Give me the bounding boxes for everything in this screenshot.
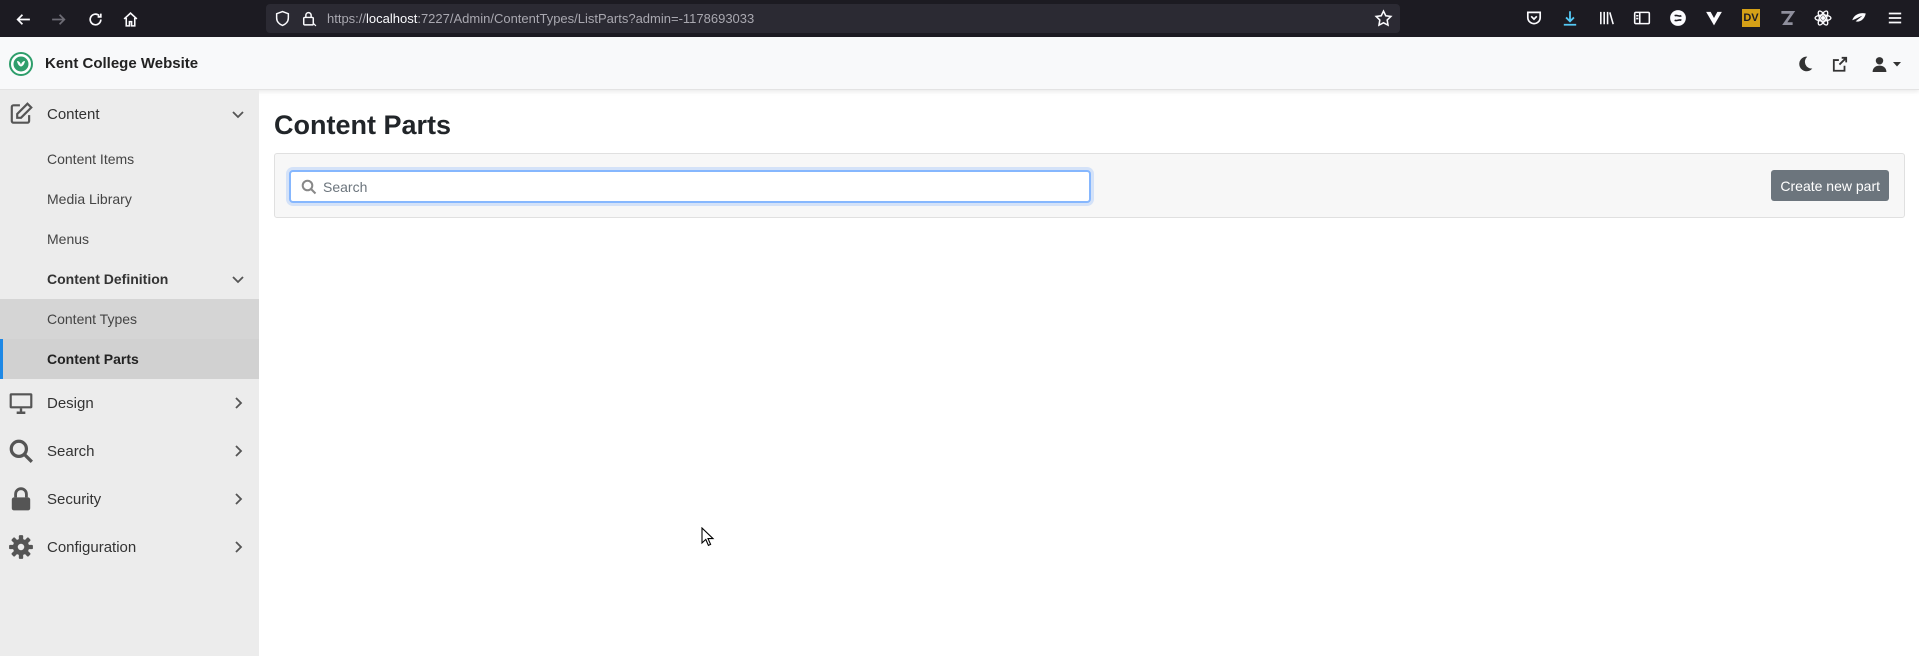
sidebar-item-label: Media Library <box>47 191 132 207</box>
user-icon <box>1872 56 1887 72</box>
user-menu[interactable] <box>1866 53 1906 75</box>
sidebar-item-menus[interactable]: Menus <box>0 219 259 259</box>
admin-sidebar: Content Content Items Media Library Menu… <box>0 90 259 656</box>
dv-extension-icon[interactable]: DV <box>1742 9 1760 27</box>
sidebar-item-label: Search <box>47 442 95 460</box>
mouse-cursor-icon <box>701 527 715 547</box>
sidebar-item-content-items[interactable]: Content Items <box>0 139 259 179</box>
sidebar-item-content-types[interactable]: Content Types <box>0 299 259 339</box>
library-icon[interactable] <box>1597 8 1617 28</box>
chevron-right-icon <box>235 445 243 457</box>
sidebar-item-label: Content Items <box>47 151 135 167</box>
url-prefix: https:// <box>327 11 367 26</box>
extension-globe-icon[interactable] <box>1668 8 1688 28</box>
lock-icon[interactable] <box>300 10 317 27</box>
sidebar-item-label: Configuration <box>47 538 137 556</box>
gear-icon <box>9 535 33 559</box>
url-text[interactable]: https://localhost:7227/Admin/ContentType… <box>327 11 754 26</box>
url-host: localhost <box>366 11 418 26</box>
sidebar-item-label: Content <box>47 105 100 123</box>
site-logo-icon[interactable] <box>9 52 33 76</box>
home-icon[interactable] <box>117 6 143 32</box>
chevron-right-icon <box>235 541 243 553</box>
menu-icon[interactable] <box>1885 8 1905 28</box>
lock-icon <box>11 487 31 511</box>
list-toolbar: Create new part <box>274 153 1905 218</box>
browser-toolbar: https://localhost:7227/Admin/ContentType… <box>0 0 1919 37</box>
sidebar-item-label: Content Types <box>47 311 138 327</box>
chevron-right-icon <box>235 493 243 505</box>
search-icon <box>9 439 33 463</box>
download-icon[interactable] <box>1560 8 1580 28</box>
sidebar-item-content-definition[interactable]: Content Definition <box>0 259 259 299</box>
chevron-right-icon <box>235 397 243 409</box>
pencil-square-icon <box>10 102 33 124</box>
caret-down-icon <box>1893 62 1901 67</box>
dark-mode-moon-icon[interactable] <box>1794 53 1816 75</box>
search-input[interactable] <box>323 176 1083 198</box>
shield-icon[interactable] <box>274 10 291 27</box>
monitor-icon <box>9 393 33 414</box>
sidebar-item-search[interactable]: Search <box>0 427 259 475</box>
react-devtools-icon[interactable] <box>1813 8 1833 28</box>
site-title[interactable]: Kent College Website <box>45 55 198 72</box>
sidebar-item-security[interactable]: Security <box>0 475 259 523</box>
sidebar-item-design[interactable]: Design <box>0 379 259 427</box>
sidebar-toggle-icon[interactable] <box>1632 8 1652 28</box>
vue-devtools-icon[interactable] <box>1704 8 1724 28</box>
sidebar-item-label: Menus <box>47 231 90 247</box>
pocket-icon[interactable] <box>1524 8 1544 28</box>
z-extension-icon[interactable] <box>1777 8 1797 28</box>
external-link-icon[interactable] <box>1829 53 1851 75</box>
site-header: Kent College Website <box>0 37 1919 90</box>
page-title: Content Parts <box>274 110 452 140</box>
url-path: :7227/Admin/ContentTypes/ListParts?admin… <box>417 11 755 26</box>
reload-icon[interactable] <box>82 6 108 32</box>
search-field[interactable] <box>289 170 1091 203</box>
back-icon[interactable] <box>10 6 36 32</box>
sidebar-item-configuration[interactable]: Configuration <box>0 523 259 571</box>
chevron-down-icon <box>232 111 244 119</box>
search-icon <box>301 179 317 195</box>
chevron-down-icon <box>232 276 244 284</box>
bookmark-star-icon[interactable] <box>1374 9 1393 28</box>
sidebar-item-label: Content Definition <box>47 271 169 287</box>
create-new-part-button[interactable]: Create new part <box>1771 170 1889 201</box>
address-bar[interactable]: https://localhost:7227/Admin/ContentType… <box>266 4 1400 33</box>
sidebar-item-media-library[interactable]: Media Library <box>0 179 259 219</box>
sidebar-item-content-parts[interactable]: Content Parts <box>0 339 259 379</box>
sidebar-item-label: Security <box>47 490 102 508</box>
sidebar-item-label: Content Parts <box>47 351 139 367</box>
dv-badge-label: DV <box>1743 12 1759 24</box>
sidebar-item-label: Design <box>47 394 94 412</box>
leaf-extension-icon[interactable] <box>1849 8 1869 28</box>
sidebar-item-content[interactable]: Content <box>0 90 259 138</box>
forward-icon[interactable] <box>45 6 71 32</box>
